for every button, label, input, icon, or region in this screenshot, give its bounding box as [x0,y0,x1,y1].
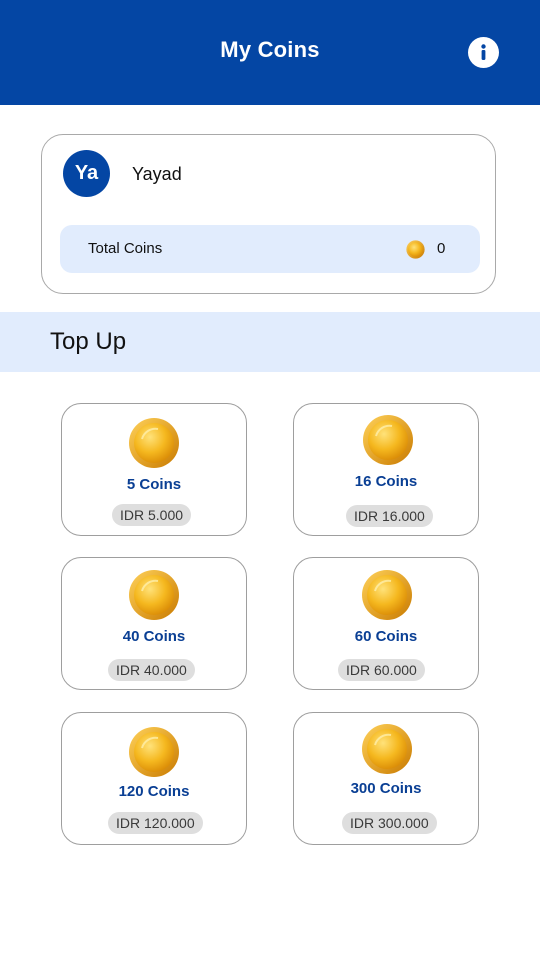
package-card-60[interactable]: 60 Coins IDR 60.000 [293,557,479,690]
user-name: Yayad [132,164,182,184]
package-coins: 40 Coins [122,628,186,645]
package-coins: 120 Coins [118,783,190,800]
package-coins: 300 Coins [350,780,422,797]
section-title: Top Up [50,328,127,355]
user-card: Ya Yayad Total Coins 0 [41,134,496,294]
package-card-120[interactable]: 120 Coins IDR 120.000 [61,712,247,845]
package-coins: 16 Coins [354,473,418,490]
package-coins: 60 Coins [354,628,418,645]
package-coins: 5 Coins [126,476,182,493]
package-price: IDR 300.000 [342,812,437,834]
total-coins-value: 0 [437,240,446,257]
topup-section-header: Top Up [0,312,540,372]
package-price: IDR 5.000 [112,504,192,526]
package-price: IDR 16.000 [346,505,433,527]
app-header: My Coins [0,0,540,105]
package-card-16[interactable]: 16 Coins IDR 16.000 [293,403,479,536]
package-price: IDR 40.000 [108,659,195,681]
coin-icon [129,418,179,468]
package-card-5[interactable]: 5 Coins IDR 5.000 [61,403,247,536]
coin-icon [362,570,412,620]
package-price: IDR 60.000 [338,659,425,681]
page-title: My Coins [220,37,320,62]
avatar: Ya [63,150,110,197]
package-card-40[interactable]: 40 Coins IDR 40.000 [61,557,247,690]
package-card-300[interactable]: 300 Coins IDR 300.000 [293,712,479,845]
total-coins-bar: Total Coins 0 [60,225,480,273]
coin-icon [363,415,413,465]
info-icon[interactable] [468,37,499,68]
coin-icon [129,727,179,777]
coin-icon [129,570,179,620]
total-coins-label: Total Coins [88,240,163,257]
coin-icon [362,724,412,774]
package-price: IDR 120.000 [108,812,203,834]
coin-icon [406,240,425,259]
